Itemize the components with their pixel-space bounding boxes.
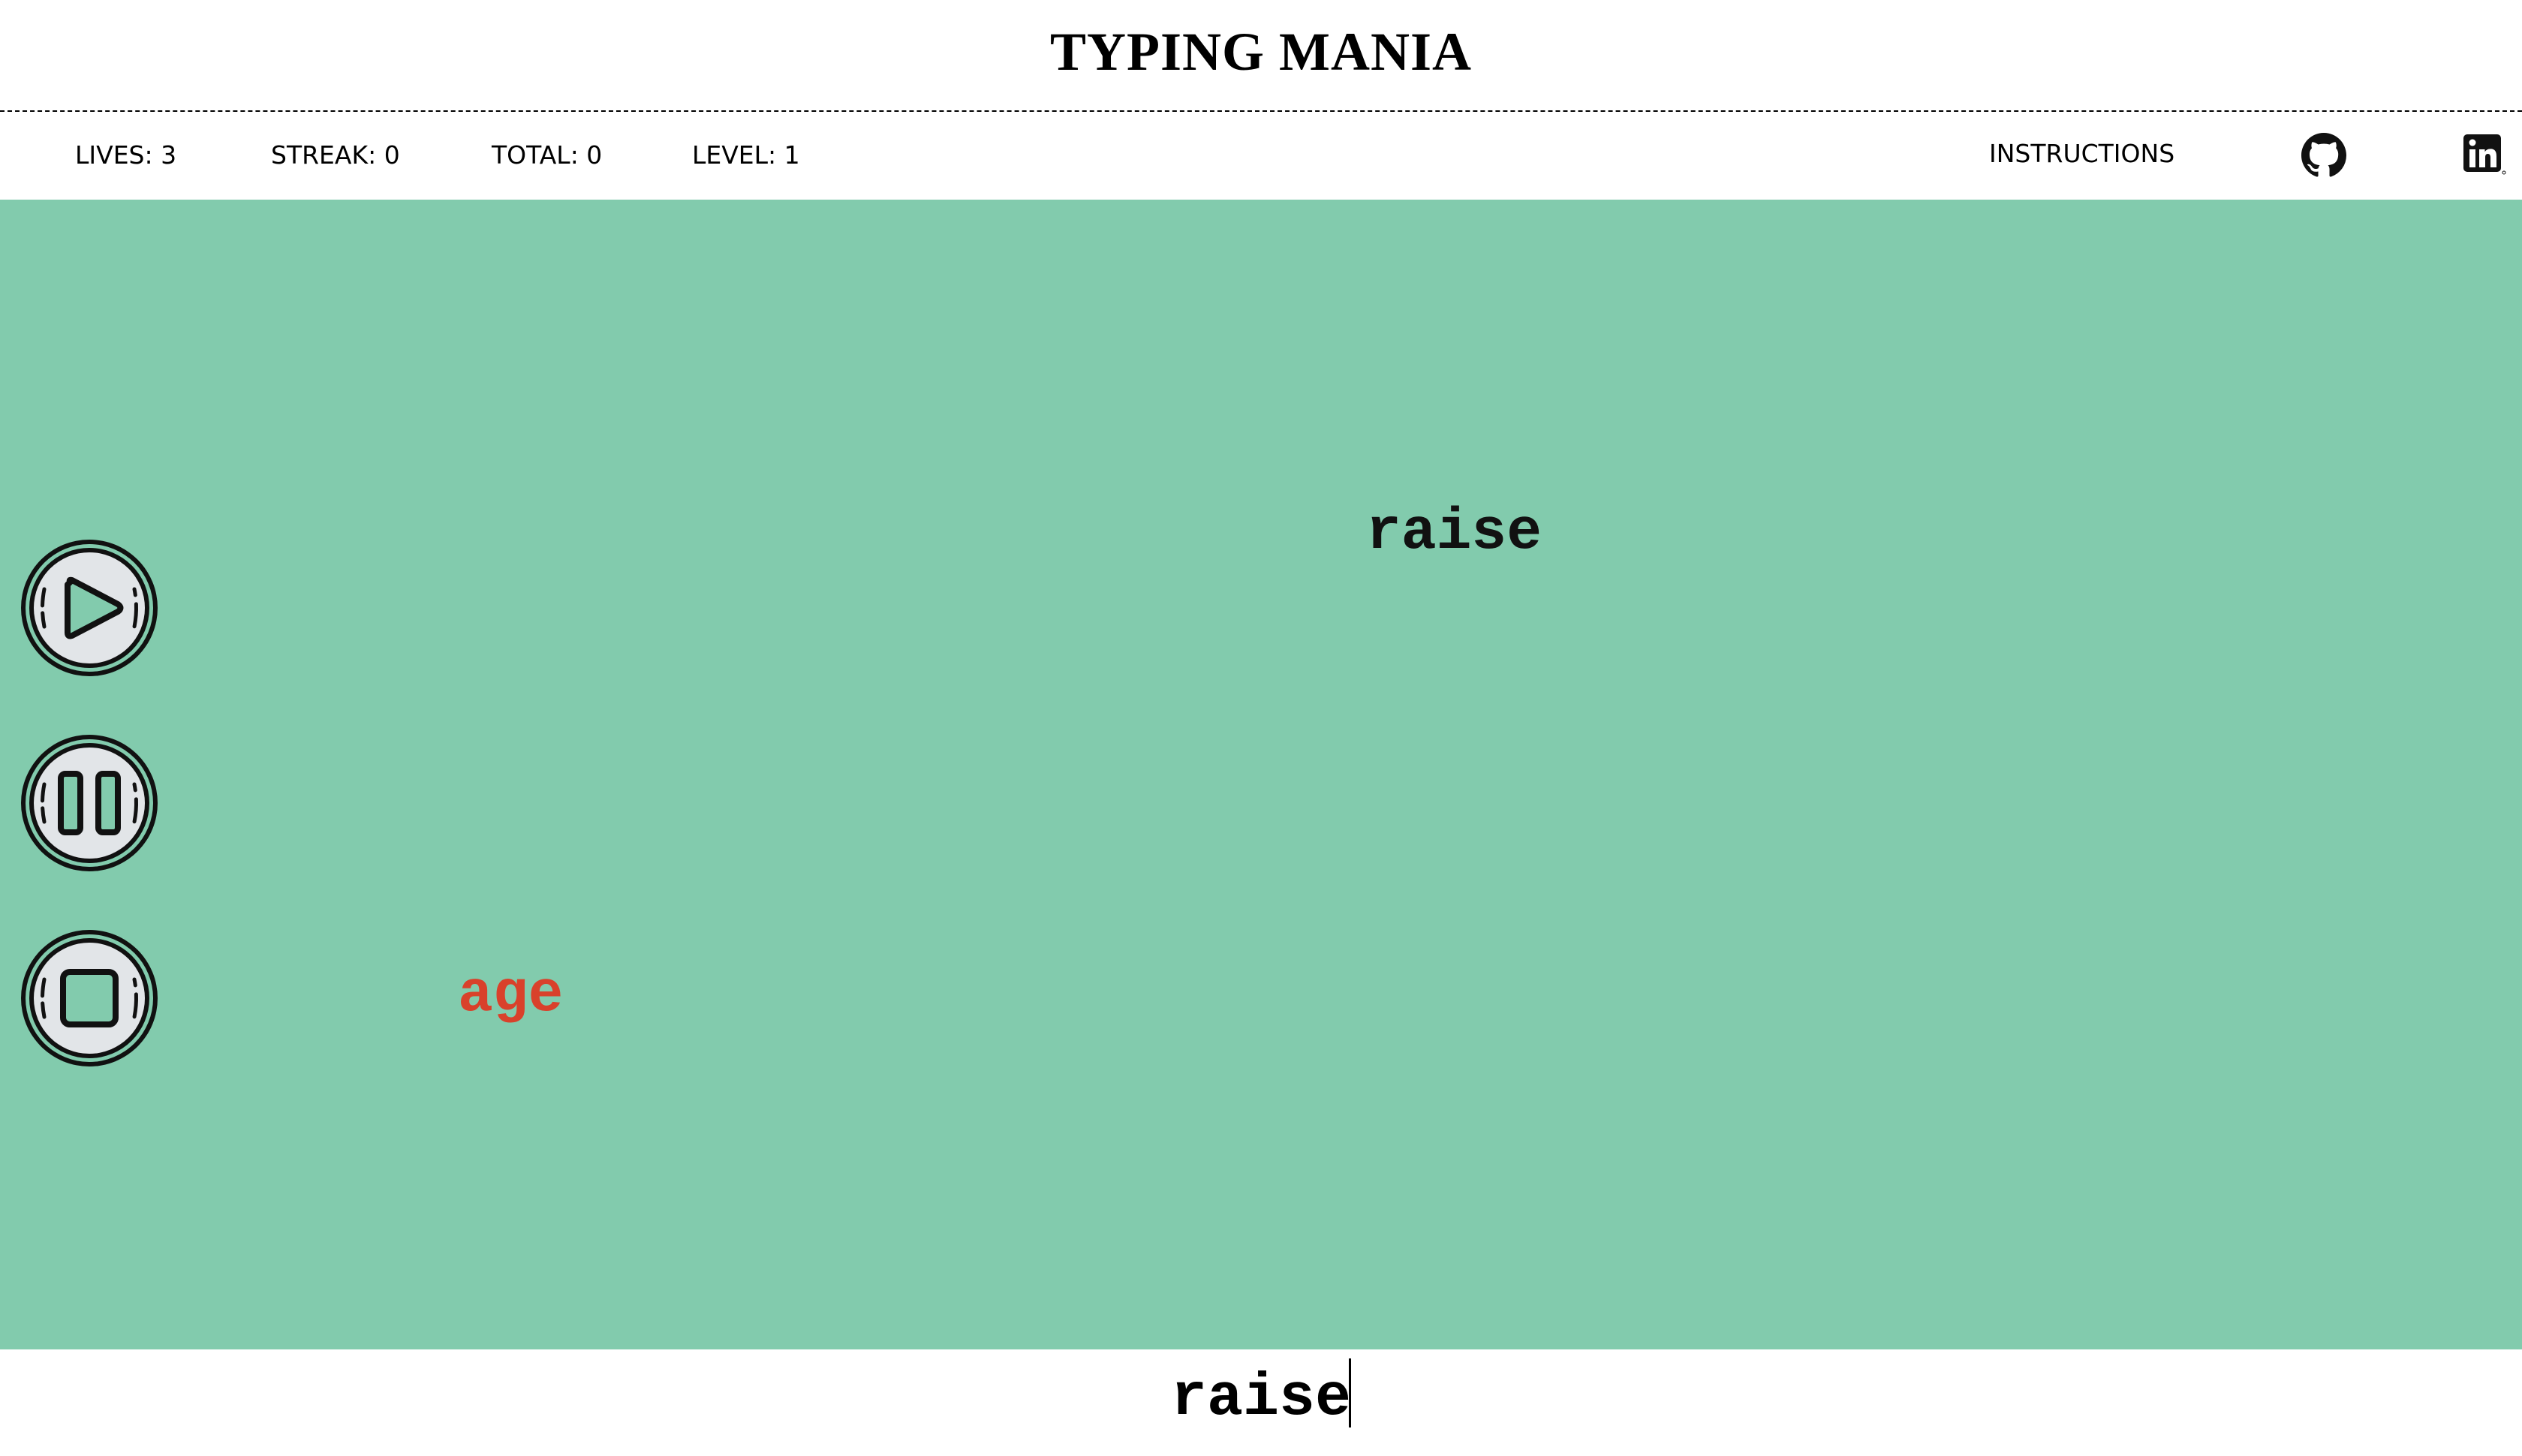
streak-counter: STREAK: 0 bbox=[271, 140, 400, 170]
level-counter: LEVEL: 1 bbox=[692, 140, 800, 170]
title-bar: TYPING MANIA bbox=[0, 0, 2522, 112]
stop-button[interactable] bbox=[18, 927, 161, 1069]
page-title: TYPING MANIA bbox=[1050, 22, 1472, 82]
game-area: raise age bbox=[0, 200, 2522, 1349]
lives-counter: LIVES: 3 bbox=[75, 140, 177, 170]
pause-button[interactable] bbox=[18, 732, 161, 874]
stats-bar: LIVES: 3 STREAK: 0 TOTAL: 0 LEVEL: 1 INS… bbox=[0, 113, 2522, 200]
falling-word-highlighted: age bbox=[458, 962, 564, 1028]
stop-icon bbox=[60, 969, 119, 1027]
total-counter: TOTAL: 0 bbox=[492, 140, 603, 170]
text-caret bbox=[1349, 1358, 1351, 1427]
linkedin-icon[interactable] bbox=[2462, 133, 2507, 178]
input-row bbox=[0, 1349, 2522, 1456]
typing-input[interactable] bbox=[1111, 1357, 1411, 1439]
play-button[interactable] bbox=[18, 537, 161, 679]
instructions-link[interactable]: INSTRUCTIONS bbox=[1989, 139, 2174, 168]
github-icon[interactable] bbox=[2301, 133, 2346, 178]
falling-word: raise bbox=[1366, 500, 1542, 566]
